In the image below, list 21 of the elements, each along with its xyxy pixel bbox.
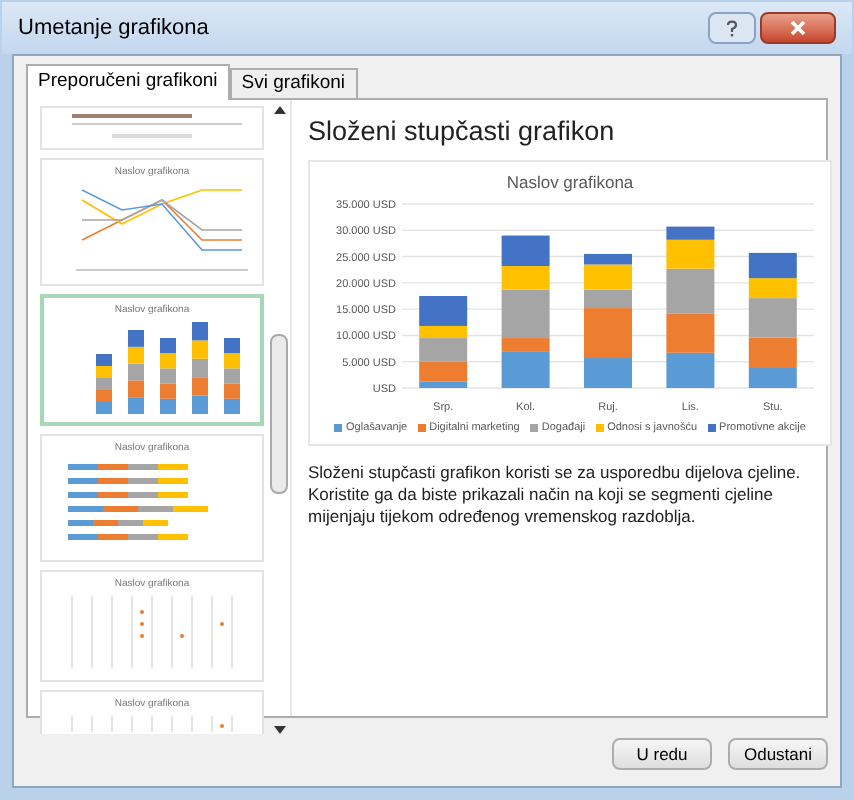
scroll-up-icon (273, 106, 285, 114)
chart-title: Naslov grafikona (506, 170, 634, 196)
help-button[interactable] (708, 12, 756, 44)
help-icon (726, 19, 738, 37)
tab[interactable]: Preporučeni grafikoni (26, 64, 230, 100)
chart-type-heading: Složeni stupčasti grafikon (308, 114, 617, 150)
dialog-button[interactable]: U redu (612, 738, 712, 770)
chart-type-description: Složeni stupčasti grafikon koristi se za usporedbu dijelova cjeline. Koristite ga da biste prikazali način na koji se segmenti cjeline mijenjaju tijekom određenog vremenskog razdoblja. (308, 462, 803, 529)
scroll-thumb[interactable] (270, 334, 288, 494)
bar-segment (748, 252, 797, 279)
dialog-button[interactable]: Odustani (728, 738, 828, 770)
window-title: Umetanje grafikona (18, 13, 209, 44)
scrollbar[interactable] (268, 106, 290, 734)
bar-segment (501, 235, 550, 267)
bar-segment (666, 352, 715, 388)
tab[interactable]: Svi grafikoni (229, 68, 358, 98)
chart-thumbnail[interactable] (40, 106, 264, 150)
scroll-down-icon (273, 726, 285, 734)
bar-segment (666, 313, 715, 353)
close-button[interactable] (760, 12, 836, 44)
close-icon (790, 20, 806, 36)
